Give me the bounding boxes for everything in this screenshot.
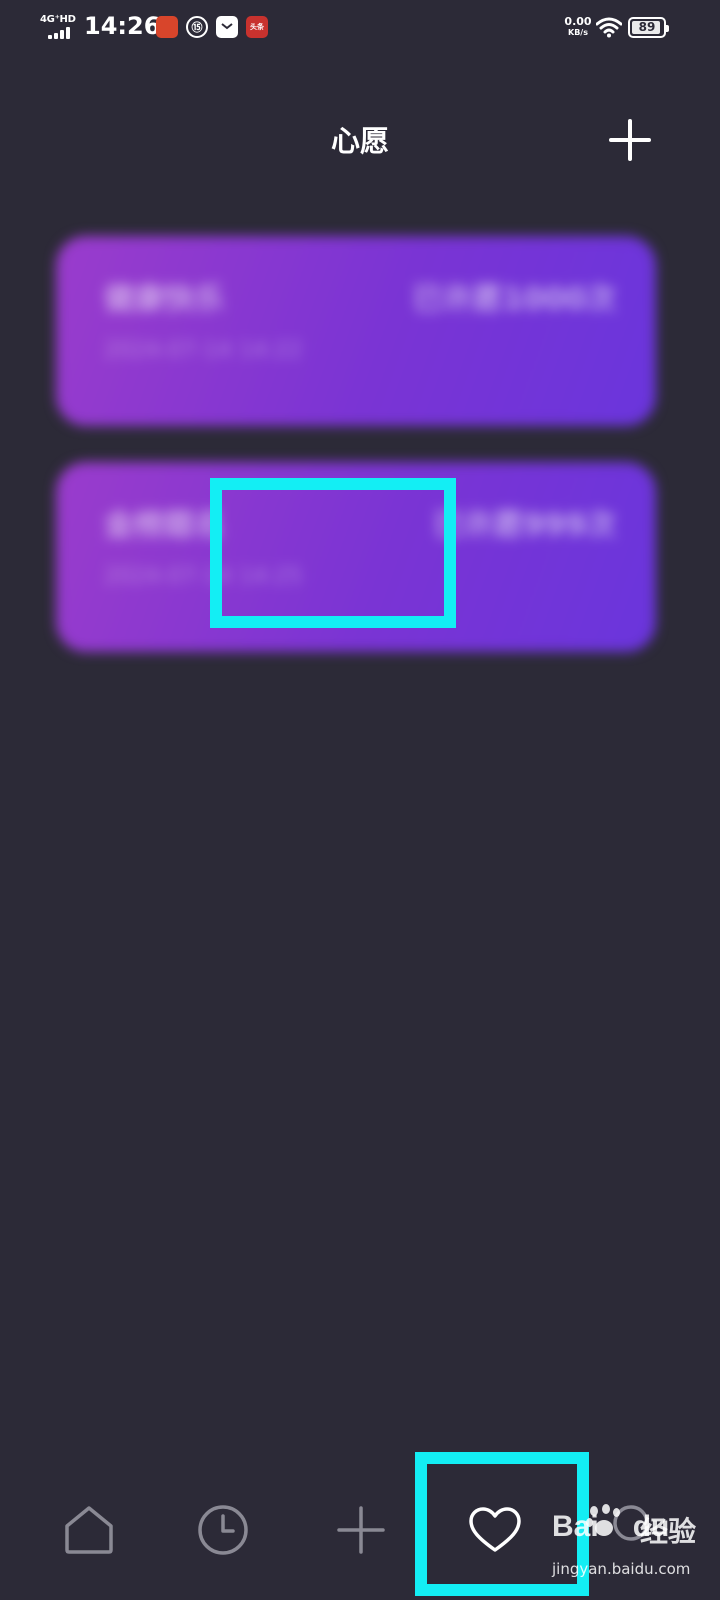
wish-card[interactable]: 健康快乐 已许愿1000次 2024-07-14 14:22 <box>56 236 656 426</box>
nav-history[interactable] <box>178 1480 268 1580</box>
network-type: 4G⁺HD <box>40 14 76 25</box>
speed-unit: KB/s <box>568 28 588 37</box>
wifi-icon <box>595 16 623 38</box>
wish-name: 健康快乐 <box>104 282 224 317</box>
network-indicator: 4G⁺HD <box>40 14 80 40</box>
home-icon <box>65 1506 113 1554</box>
status-time: 14:26 <box>84 12 161 40</box>
status-bar: 4G⁺HD 14:26 ⑮ 头条 0.00 KB/s 89 <box>0 0 720 56</box>
app-icon-red <box>156 16 178 38</box>
app-icon-news: 头条 <box>246 16 268 38</box>
network-speed: 0.00 KB/s <box>563 16 593 38</box>
paw-icon <box>586 1504 622 1544</box>
app-icon-bag <box>216 16 238 38</box>
add-wish-button[interactable] <box>605 115 655 165</box>
plus-icon <box>337 1506 385 1554</box>
clock-icon <box>198 1505 248 1555</box>
highlight-box <box>210 478 456 628</box>
wish-name: 金榜题名 <box>104 508 224 543</box>
battery-level: 89 <box>638 20 656 34</box>
notification-icons: ⑮ 头条 <box>156 16 268 40</box>
speed-value: 0.00 <box>564 15 592 28</box>
battery-icon: 89 <box>628 17 669 38</box>
wish-count: 已许愿999次 <box>433 508 616 543</box>
signal-icon <box>48 27 76 39</box>
nav-home[interactable] <box>44 1480 134 1580</box>
watermark-url: jingyan.baidu.com <box>552 1560 691 1578</box>
app-icon-circle: ⑮ <box>186 16 208 38</box>
nav-add[interactable] <box>316 1480 406 1580</box>
wish-count: 已许愿1000次 <box>412 282 617 317</box>
watermark-text: 经验 <box>640 1515 697 1548</box>
baidu-watermark: Bai du 经验 jingyan.baidu.com <box>550 1500 720 1600</box>
wish-time: 2024-07-14 14:22 <box>104 338 303 363</box>
